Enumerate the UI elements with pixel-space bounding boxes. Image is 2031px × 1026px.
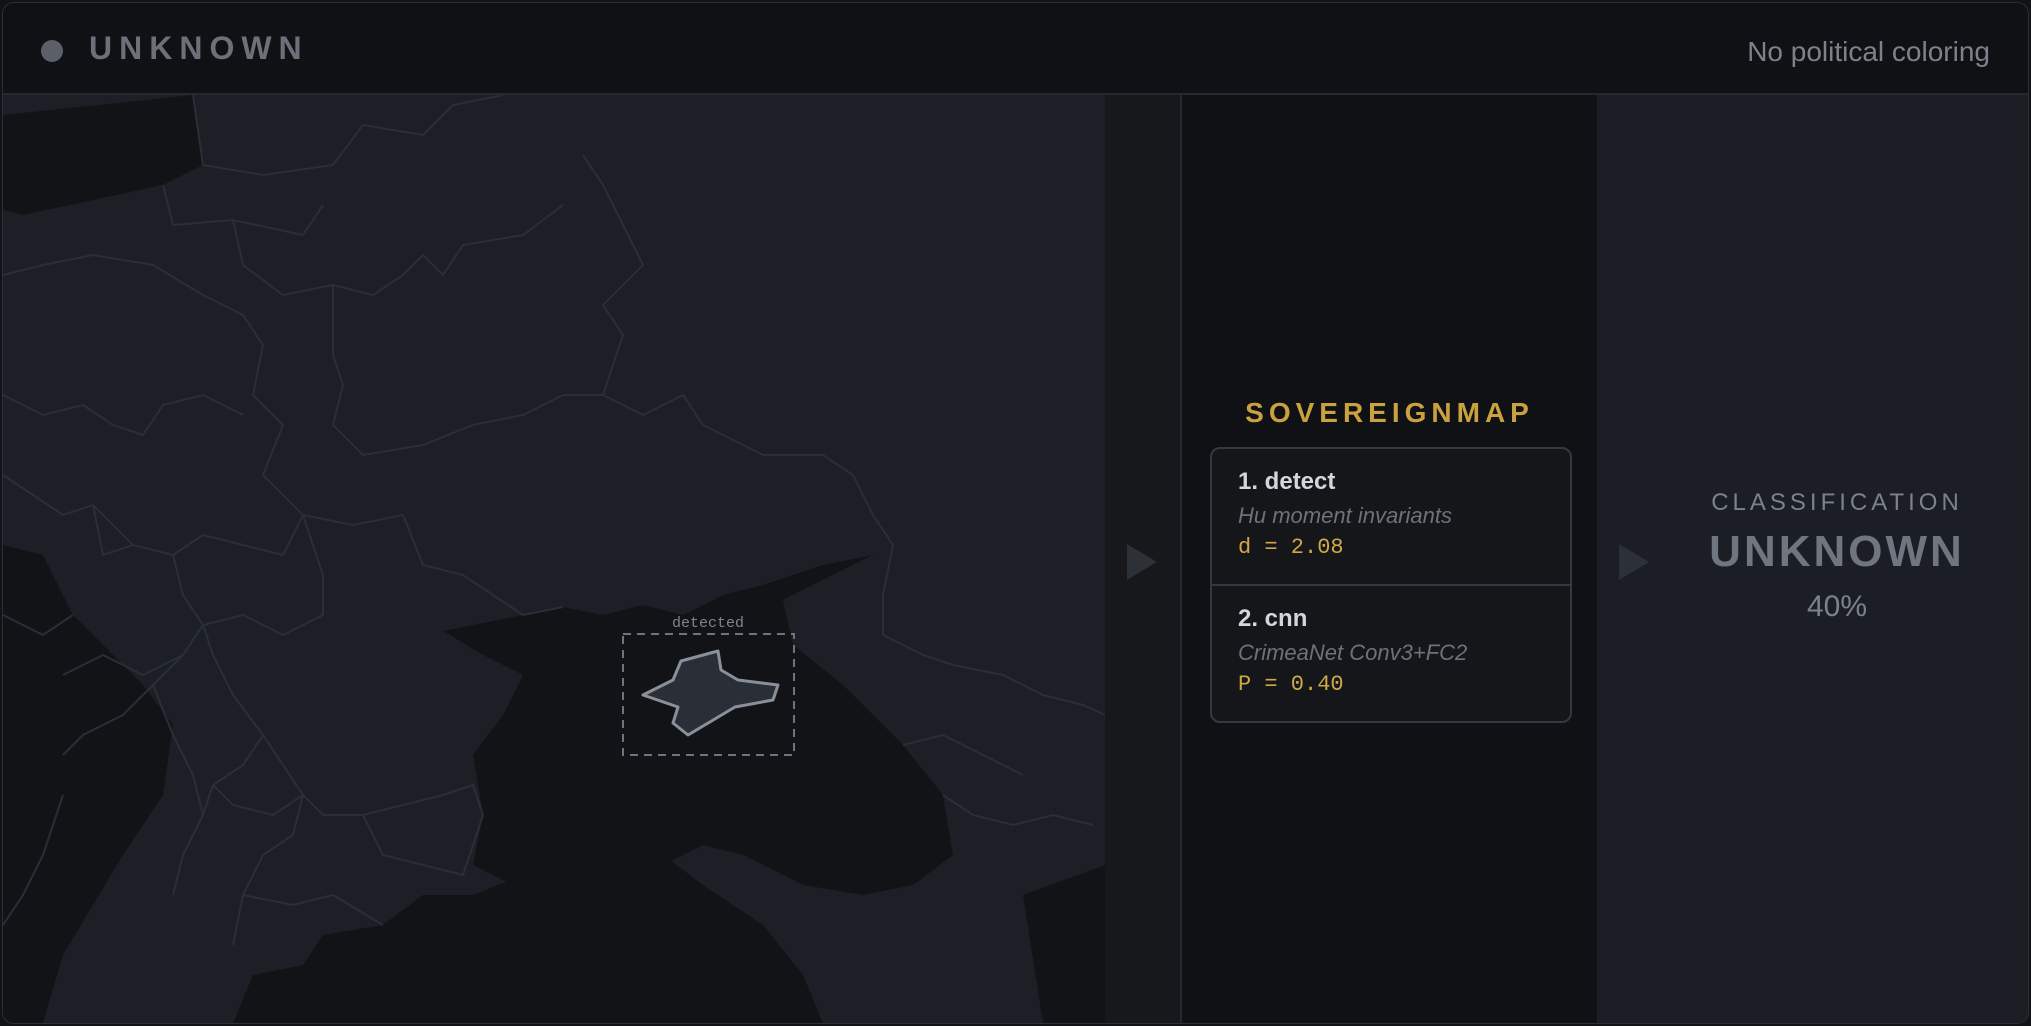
classification-value: UNKNOWN xyxy=(1709,527,1965,576)
pipeline-step-detect[interactable]: 1. detect Hu moment invariants d = 2.08 xyxy=(1212,449,1570,584)
classification-confidence: 40% xyxy=(1806,590,1868,623)
header-bar: UNKNOWN No political coloring xyxy=(3,3,2028,95)
step-description: CrimeaNet Conv3+FC2 xyxy=(1238,640,1468,665)
status-title: UNKNOWN xyxy=(89,30,309,66)
detection-label: detected xyxy=(672,615,744,632)
map-canvas[interactable]: detected xyxy=(3,95,1105,1023)
play-arrow-icon xyxy=(1127,544,1157,580)
status-dot-icon xyxy=(41,40,63,62)
step-value: d = 2.08 xyxy=(1238,535,1344,560)
classification-label: CLASSIFICATION xyxy=(1711,489,1963,516)
pipeline-panel: SOVEREIGNMAP 1. detect Hu moment invaria… xyxy=(1180,95,1599,1023)
pipeline-step-cnn[interactable]: 2. cnn CrimeaNet Conv3+FC2 P = 0.40 xyxy=(1212,584,1570,721)
map-panel[interactable]: detected xyxy=(3,95,1105,1023)
flow-gap xyxy=(1105,95,1180,1023)
step-description: Hu moment invariants xyxy=(1238,503,1452,528)
step-value: P = 0.40 xyxy=(1238,672,1344,697)
play-arrow-icon xyxy=(1619,544,1649,580)
brand-title: SOVEREIGNMAP xyxy=(1245,397,1534,428)
pipeline-steps: 1. detect Hu moment invariants d = 2.08 … xyxy=(1210,447,1572,723)
classification-panel: CLASSIFICATION UNKNOWN 40% xyxy=(1597,95,2028,1023)
step-title: 2. cnn xyxy=(1238,605,1308,632)
app-window: UNKNOWN No political coloring detected S… xyxy=(2,2,2029,1024)
step-title: 1. detect xyxy=(1238,468,1336,495)
header-note: No political coloring xyxy=(1747,36,1990,67)
